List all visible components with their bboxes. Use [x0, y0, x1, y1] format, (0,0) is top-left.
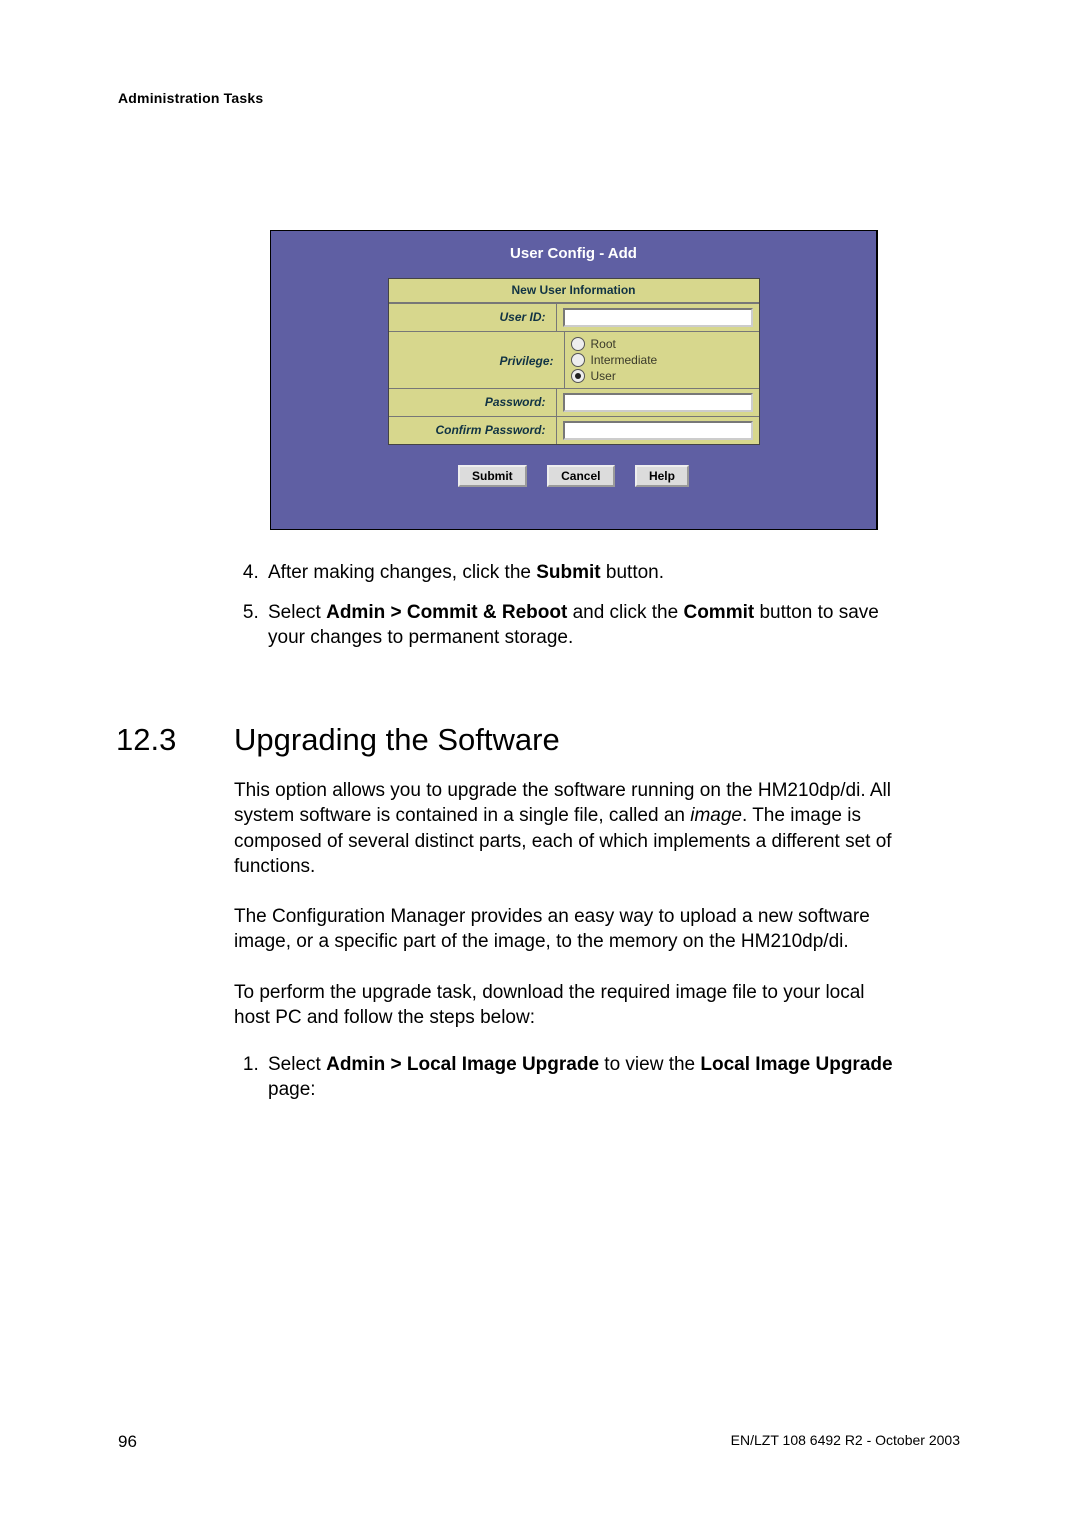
- bold-text: Admin > Commit & Reboot: [326, 602, 567, 623]
- italic-text: image: [690, 805, 742, 826]
- help-button[interactable]: Help: [635, 465, 689, 487]
- running-header: Administration Tasks: [118, 90, 263, 106]
- instruction-list-a: After making changes, click the Submit b…: [234, 560, 894, 665]
- privilege-label: Privilege:: [389, 332, 564, 388]
- bold-text: Commit: [683, 602, 754, 623]
- step-5: Select Admin > Commit & Reboot and click…: [264, 600, 894, 651]
- user-config-dialog: User Config - Add New User Information U…: [270, 230, 878, 530]
- dialog-title: User Config - Add: [271, 231, 876, 278]
- cancel-button[interactable]: Cancel: [547, 465, 614, 487]
- instruction-list-b: Select Admin > Local Image Upgrade to vi…: [234, 1052, 899, 1117]
- section-title: Upgrading the Software: [234, 722, 560, 758]
- document-code: EN/LZT 108 6492 R2 - October 2003: [731, 1432, 960, 1448]
- password-input[interactable]: [563, 393, 753, 412]
- radio-icon: [571, 353, 585, 367]
- paragraph-2: The Configuration Manager provides an ea…: [234, 904, 899, 955]
- radio-label: User: [591, 369, 616, 383]
- text: button.: [601, 562, 664, 583]
- step-4: After making changes, click the Submit b…: [264, 560, 894, 586]
- privilege-radio-user[interactable]: User: [571, 368, 753, 384]
- radio-icon: [571, 337, 585, 351]
- text: Select: [268, 1054, 326, 1075]
- radio-icon: [571, 369, 585, 383]
- section-number: 12.3: [116, 722, 234, 758]
- paragraph-1: This option allows you to upgrade the so…: [234, 778, 899, 879]
- text: to view the: [599, 1054, 700, 1075]
- radio-label: Root: [591, 337, 616, 351]
- new-user-form: New User Information User ID: Privilege:…: [388, 278, 760, 445]
- text: After making changes, click the: [268, 562, 536, 583]
- password-label: Password:: [389, 389, 556, 416]
- step-1: Select Admin > Local Image Upgrade to vi…: [264, 1052, 899, 1103]
- text: page:: [268, 1079, 316, 1100]
- bold-text: Admin > Local Image Upgrade: [326, 1054, 599, 1075]
- paragraph-3: To perform the upgrade task, download th…: [234, 980, 899, 1031]
- text: and click the: [567, 602, 683, 623]
- privilege-radio-intermediate[interactable]: Intermediate: [571, 352, 753, 368]
- user-id-label: User ID:: [389, 304, 556, 331]
- bold-text: Local Image Upgrade: [700, 1054, 892, 1075]
- privilege-radio-root[interactable]: Root: [571, 336, 753, 352]
- page-number: 96: [118, 1432, 137, 1452]
- form-caption: New User Information: [389, 279, 759, 303]
- text: Select: [268, 602, 326, 623]
- user-id-input[interactable]: [563, 308, 753, 327]
- submit-button[interactable]: Submit: [458, 465, 527, 487]
- radio-label: Intermediate: [591, 353, 658, 367]
- section-heading: 12.3 Upgrading the Software: [116, 722, 916, 758]
- confirm-password-input[interactable]: [563, 421, 753, 440]
- bold-text: Submit: [536, 562, 600, 583]
- confirm-password-label: Confirm Password:: [389, 417, 556, 444]
